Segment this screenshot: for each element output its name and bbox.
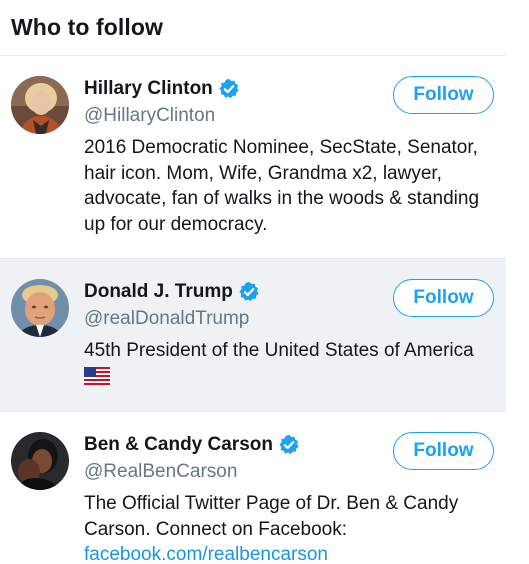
- verified-badge-icon: [239, 281, 259, 302]
- panel-title: Who to follow: [11, 14, 164, 40]
- avatar[interactable]: [11, 432, 69, 490]
- avatar-image: [11, 76, 69, 134]
- follow-button[interactable]: Follow: [393, 279, 494, 317]
- account-row-hillary-clinton[interactable]: Hillary Clinton @HillaryClinton 2016 Dem…: [0, 56, 506, 259]
- avatar[interactable]: [11, 279, 69, 337]
- verified-badge-icon: [219, 78, 239, 99]
- bio-text: 2016 Democratic Nominee, SecState, Senat…: [84, 137, 480, 235]
- follow-button[interactable]: Follow: [393, 432, 494, 470]
- bio-text: 45th President of the United States of A…: [84, 340, 474, 361]
- bio-text: The Official Twitter Page of Dr. Ben & C…: [84, 493, 459, 540]
- avatar-image: [11, 432, 69, 490]
- avatar-image: [11, 279, 69, 337]
- account-name[interactable]: Ben & Candy Carson: [84, 434, 273, 456]
- us-flag-icon: [84, 366, 110, 385]
- account-bio: The Official Twitter Page of Dr. Ben & C…: [84, 491, 494, 564]
- bio-link[interactable]: facebook.com/realbencarson: [84, 544, 328, 564]
- panel-header: Who to follow: [0, 0, 506, 56]
- avatar[interactable]: [11, 76, 69, 134]
- account-name[interactable]: Donald J. Trump: [84, 281, 233, 303]
- account-bio: 2016 Democratic Nominee, SecState, Senat…: [84, 135, 494, 237]
- account-bio: 45th President of the United States of A…: [84, 338, 494, 385]
- follow-button[interactable]: Follow: [393, 76, 494, 114]
- verified-badge-icon: [279, 434, 299, 455]
- account-name[interactable]: Hillary Clinton: [84, 78, 213, 100]
- account-row-donald-trump[interactable]: Donald J. Trump @realDonaldTrump 45th Pr…: [0, 259, 506, 412]
- who-to-follow-panel: Who to follow Hillary Clinton @HillaryCl…: [0, 0, 506, 564]
- account-row-ben-candy-carson[interactable]: Ben & Candy Carson @RealBenCarson The Of…: [0, 412, 506, 564]
